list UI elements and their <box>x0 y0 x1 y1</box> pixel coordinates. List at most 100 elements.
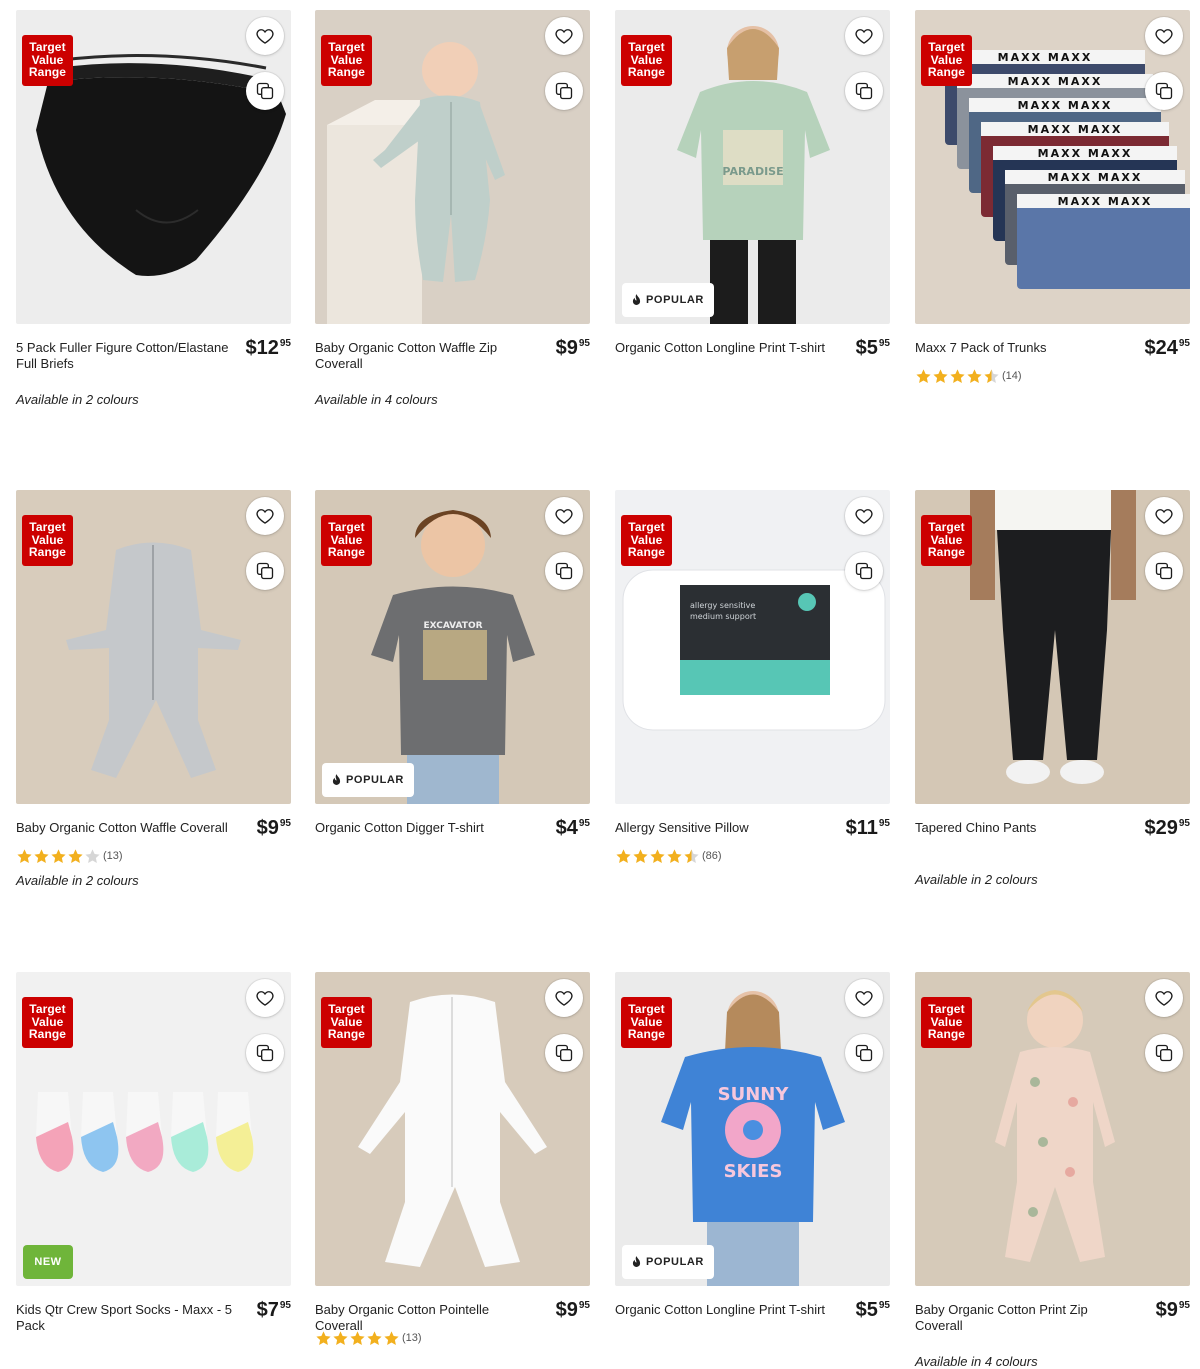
product-title[interactable]: Organic Cotton Longline Print T-shirt <box>615 1302 833 1318</box>
product-card[interactable]: Target Value Range Baby Organic Cotton Prin… <box>915 972 1190 1369</box>
product-card[interactable]: Target Value Range 5 Pack Fuller Figure Cot… <box>16 10 291 470</box>
product-image[interactable]: allergy sensitive medium support Target Va… <box>615 490 890 804</box>
compare-button[interactable] <box>845 552 883 590</box>
product-image[interactable]: Target Value Range <box>16 490 291 804</box>
product-price: $1195 <box>845 817 890 839</box>
svg-text:MAXX MAXX: MAXX MAXX <box>1048 171 1143 184</box>
star-icon <box>17 848 32 863</box>
star-icon <box>933 368 948 383</box>
product-title[interactable]: Maxx 7 Pack of Trunks <box>915 340 1133 356</box>
product-image[interactable]: Target Value Range <box>16 10 291 324</box>
product-card[interactable]: Target Value Range Baby Organic Cotton Waff… <box>16 490 291 950</box>
favourite-button[interactable] <box>845 979 883 1017</box>
favourite-button[interactable] <box>246 497 284 535</box>
product-card[interactable]: allergy sensitive medium support Target Va… <box>615 490 890 950</box>
svg-text:EXCAVATOR: EXCAVATOR <box>423 621 482 631</box>
review-count: (14) <box>1002 370 1022 382</box>
favourite-button[interactable] <box>845 17 883 55</box>
product-image[interactable]: Target Value Range <box>915 972 1190 1286</box>
favourite-button[interactable] <box>246 979 284 1017</box>
target-value-range-badge: Target Value Range <box>321 35 372 86</box>
review-count: (13) <box>103 850 123 862</box>
heart-icon <box>555 509 573 524</box>
compare-button[interactable] <box>545 72 583 110</box>
compare-button[interactable] <box>845 1034 883 1072</box>
product-image[interactable]: Target Value Range NEW <box>16 972 291 1286</box>
product-image[interactable]: Target Value Range <box>315 10 590 324</box>
favourite-button[interactable] <box>545 979 583 1017</box>
product-card[interactable]: Target Value Range Baby Organic Cotton Poin… <box>315 972 590 1369</box>
compare-button[interactable] <box>545 1034 583 1072</box>
product-image[interactable]: Target Value Range <box>915 490 1190 804</box>
product-title[interactable]: Baby Organic Cotton Print Zip Coverall <box>915 1302 1133 1334</box>
favourite-button[interactable] <box>1145 979 1183 1017</box>
svg-text:MAXX MAXX: MAXX MAXX <box>1018 99 1113 112</box>
product-card[interactable]: Target Value Range Tapered Chino Pants $2995… <box>915 490 1190 950</box>
favourite-button[interactable] <box>845 497 883 535</box>
heart-icon <box>855 29 873 44</box>
product-rating[interactable]: (13) <box>315 1329 422 1347</box>
product-card[interactable]: SUNNY SKIES Target Value Range POPULAR Organ… <box>615 972 890 1369</box>
product-price: $795 <box>256 1299 291 1321</box>
review-count: (86) <box>702 850 722 862</box>
compare-button[interactable] <box>1145 552 1183 590</box>
product-card[interactable]: MAXX MAXX MAXX MAXX MAXX MAXX MAXX MAXX MAXX… <box>915 10 1190 470</box>
product-card[interactable]: EXCAVATOR Target Value Range POPULAR Organic… <box>315 490 590 950</box>
product-rating[interactable]: (14) <box>915 367 1022 385</box>
favourite-button[interactable] <box>1145 17 1183 55</box>
compare-button[interactable] <box>246 552 284 590</box>
compare-icon <box>1155 1044 1173 1062</box>
product-image[interactable]: MAXX MAXX MAXX MAXX MAXX MAXX MAXX MAXX MAXX… <box>915 10 1190 324</box>
compare-button[interactable] <box>1145 1034 1183 1072</box>
product-title[interactable]: Organic Cotton Longline Print T-shirt <box>615 340 833 356</box>
compare-button[interactable] <box>1145 72 1183 110</box>
compare-icon <box>256 1044 274 1062</box>
target-value-range-badge: Target Value Range <box>921 997 972 1048</box>
star-icon <box>950 368 965 383</box>
product-card[interactable]: Target Value Range NEW Kids Qtr Crew Sport S… <box>16 972 291 1369</box>
star-icon <box>333 1330 348 1345</box>
new-badge: NEW <box>23 1245 73 1279</box>
colour-availability: Available in 4 colours <box>315 392 438 407</box>
flame-icon <box>632 1256 641 1267</box>
compare-button[interactable] <box>845 72 883 110</box>
compare-button[interactable] <box>545 552 583 590</box>
product-image[interactable]: Target Value Range <box>315 972 590 1286</box>
svg-text:SUNNY: SUNNY <box>718 1084 790 1105</box>
star-icon <box>667 848 682 863</box>
star-icon <box>984 368 999 383</box>
heart-icon <box>555 991 573 1006</box>
product-title[interactable]: 5 Pack Fuller Figure Cotton/Elastane Ful… <box>16 340 234 372</box>
product-card[interactable]: Target Value Range Baby Organic Cotton Waff… <box>315 10 590 470</box>
product-title[interactable]: Baby Organic Cotton Waffle Coverall <box>16 820 234 836</box>
popular-badge: POPULAR <box>322 763 414 797</box>
popular-badge: POPULAR <box>622 1245 714 1279</box>
product-title[interactable]: Kids Qtr Crew Sport Socks - Maxx - 5 Pac… <box>16 1302 234 1334</box>
compare-icon <box>555 1044 573 1062</box>
target-value-range-badge: Target Value Range <box>22 997 73 1048</box>
target-value-range-badge: Target Value Range <box>621 35 672 86</box>
product-image[interactable]: EXCAVATOR Target Value Range POPULAR <box>315 490 590 804</box>
compare-icon <box>855 1044 873 1062</box>
compare-icon <box>256 562 274 580</box>
product-title[interactable]: Baby Organic Cotton Waffle Zip Coverall <box>315 340 533 372</box>
colour-availability: Available in 2 colours <box>16 392 139 407</box>
product-title[interactable]: Allergy Sensitive Pillow <box>615 820 833 836</box>
product-card[interactable]: PARADISE Target Value Range POPULAR Organic … <box>615 10 890 470</box>
product-rating[interactable]: (13) <box>16 847 123 865</box>
product-title[interactable]: Organic Cotton Digger T-shirt <box>315 820 533 836</box>
product-title[interactable]: Tapered Chino Pants <box>915 820 1133 836</box>
favourite-button[interactable] <box>246 17 284 55</box>
compare-button[interactable] <box>246 1034 284 1072</box>
product-image[interactable]: SUNNY SKIES Target Value Range POPULAR <box>615 972 890 1286</box>
product-price: $995 <box>555 337 590 359</box>
favourite-button[interactable] <box>1145 497 1183 535</box>
compare-button[interactable] <box>246 72 284 110</box>
compare-icon <box>855 562 873 580</box>
favourite-button[interactable] <box>545 497 583 535</box>
product-image[interactable]: PARADISE Target Value Range POPULAR <box>615 10 890 324</box>
product-price: $2495 <box>1144 337 1191 359</box>
product-price: $595 <box>855 1299 890 1321</box>
product-rating[interactable]: (86) <box>615 847 722 865</box>
favourite-button[interactable] <box>545 17 583 55</box>
